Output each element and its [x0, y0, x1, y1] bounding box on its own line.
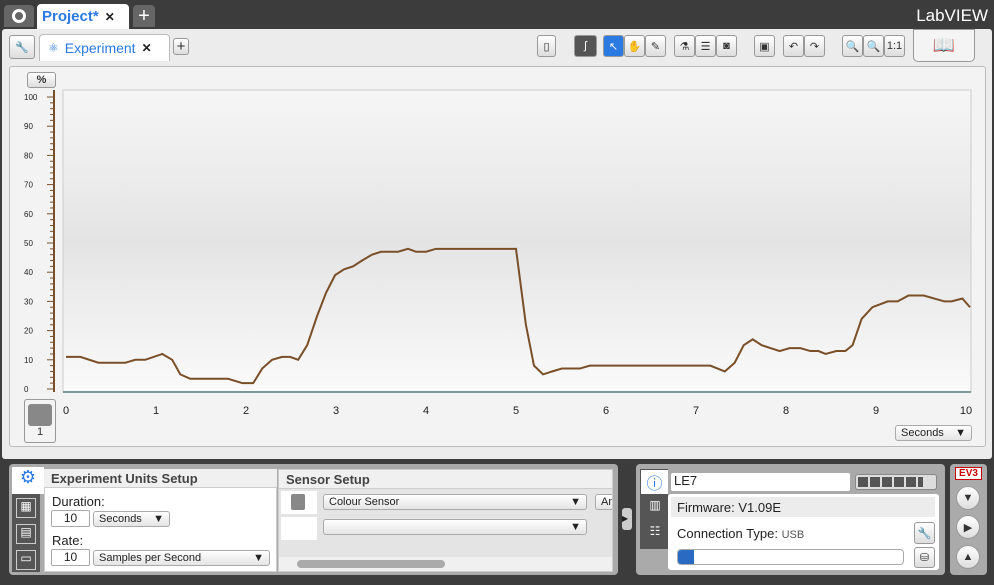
brick-name-input[interactable]: LE7	[670, 472, 851, 492]
x-unit-value: Seconds	[901, 427, 944, 439]
tab-units-setup[interactable]: ⚙	[12, 467, 44, 494]
download-icon: ▼	[962, 492, 974, 504]
program-icon: ▤	[20, 525, 32, 539]
firmware-label: Firmware: V1.09E	[671, 497, 935, 517]
duration-input[interactable]: 10	[51, 510, 90, 527]
duration-unit-value: Seconds	[99, 513, 142, 525]
y-tick-label: 90	[24, 122, 33, 131]
memory-button[interactable]: ⛁	[914, 547, 935, 568]
x-tick-label: 5	[513, 405, 519, 417]
upload-button[interactable]: ▲	[956, 545, 980, 569]
rate-unit-select[interactable]: Samples per Second ▼	[93, 550, 270, 566]
battery-indicator	[855, 474, 937, 490]
sensor1-select[interactable]: Colour Sensor ▼	[323, 494, 587, 510]
download-button[interactable]: ▼	[956, 486, 980, 510]
sensor-setup-section: Sensor Setup Colour Sensor ▼ Am ▼	[278, 469, 613, 572]
chart: 0 1 2 3 4 5 6 7 8 9 101009080706050403020100	[24, 89, 972, 417]
horizontal-scrollbar[interactable]	[279, 557, 612, 571]
x-tick-label: 1	[153, 405, 159, 417]
y-tick-label: 40	[24, 268, 33, 277]
gear-icon: ⚙	[19, 467, 37, 487]
x-tick-label: 4	[423, 405, 429, 417]
duration-label: Duration:	[52, 494, 105, 509]
rate-unit-value: Samples per Second	[99, 552, 202, 564]
connection-value: USB	[781, 529, 805, 541]
tab-files[interactable]: ☷	[645, 524, 665, 544]
x-tick-label: 2	[243, 405, 249, 417]
scrollbar-thumb[interactable]	[297, 560, 445, 568]
tab-data-sets[interactable]: ▭	[16, 550, 36, 570]
ports-icon: ▥	[649, 498, 661, 512]
y-tick-label: 70	[24, 181, 33, 190]
database-icon: ⛁	[919, 552, 930, 564]
x-tick-label: 9	[873, 405, 879, 417]
chevron-down-icon: ▼	[955, 427, 966, 439]
x-tick-label: 0	[63, 405, 69, 417]
x-tick-label: 6	[603, 405, 609, 417]
tab-program[interactable]: ▤	[16, 524, 36, 544]
duration-unit-select[interactable]: Seconds ▼	[93, 511, 170, 527]
sensor2-icon	[281, 517, 317, 540]
panel-collapse-handle[interactable]: ▶	[622, 508, 632, 530]
x-tick-label: 10	[960, 405, 972, 417]
y-tick-label: 50	[24, 239, 33, 248]
connection-label: Connection Type:	[677, 526, 778, 541]
y-tick-label: 10	[24, 356, 33, 365]
rate-input[interactable]: 10	[51, 549, 90, 566]
ev3-badge: EV3	[955, 467, 982, 480]
sensor1-icon	[281, 491, 317, 514]
datasets-icon: ▭	[20, 551, 32, 565]
run-button[interactable]: ▶	[956, 515, 980, 539]
files-icon: ☷	[649, 524, 661, 538]
y-tick-label: 30	[24, 297, 33, 306]
tab-table[interactable]: ▦	[16, 498, 36, 518]
chevron-down-icon: ▼	[153, 513, 164, 525]
sensor1-mode-value: Am	[601, 496, 612, 508]
memory-bar	[677, 549, 904, 565]
chevron-down-icon: ▼	[570, 521, 581, 533]
grid-icon: ▦	[20, 499, 32, 513]
upload-icon: ▲	[962, 551, 974, 563]
brick-settings-button[interactable]: 🔧	[914, 522, 935, 544]
plot-area[interactable]	[62, 89, 972, 393]
tab-brick-info[interactable]: ⓘ	[641, 470, 668, 494]
x-tick-label: 8	[783, 405, 789, 417]
sensor2-select[interactable]: ▼	[323, 519, 587, 535]
y-tick-label: 100	[24, 93, 38, 102]
x-tick-label: 3	[333, 405, 339, 417]
units-setup-title: Experiment Units Setup	[44, 469, 277, 488]
y-tick-label: 20	[24, 327, 33, 336]
y-tick-label: 0	[24, 385, 29, 394]
rate-label: Rate:	[52, 533, 84, 548]
y-tick-label: 60	[24, 210, 33, 219]
connection-row: Connection Type: USB	[677, 526, 804, 541]
info-icon: ⓘ	[646, 476, 663, 493]
chevron-down-icon: ▼	[253, 552, 264, 564]
tab-ports[interactable]: ▥	[645, 498, 665, 518]
play-icon: ▶	[963, 521, 973, 534]
wrench-icon: 🔧	[917, 527, 932, 540]
chevron-down-icon: ▼	[570, 496, 581, 508]
x-unit-select[interactable]: Seconds ▼	[895, 425, 972, 441]
sensor1-mode-select[interactable]: Am	[595, 494, 612, 510]
x-tick-label: 7	[693, 405, 699, 417]
sensor1-value: Colour Sensor	[329, 496, 400, 508]
sensor-setup-title: Sensor Setup	[279, 470, 612, 489]
y-tick-label: 80	[24, 151, 33, 160]
